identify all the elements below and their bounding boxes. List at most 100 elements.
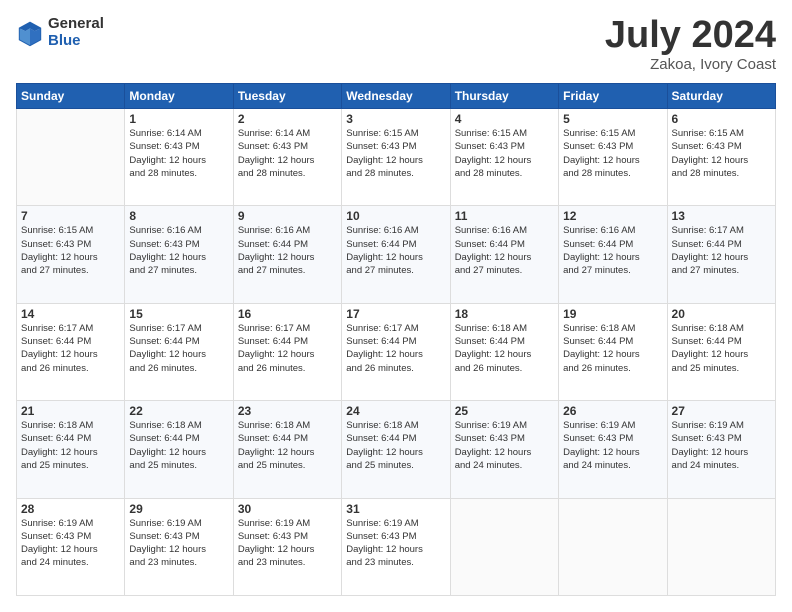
day-number: 5 — [563, 112, 662, 126]
day-number: 19 — [563, 307, 662, 321]
calendar-cell: 21Sunrise: 6:18 AM Sunset: 6:44 PM Dayli… — [17, 401, 125, 498]
day-number: 29 — [129, 502, 228, 516]
header: General Blue July 2024 Zakoa, Ivory Coas… — [16, 16, 776, 73]
day-number: 21 — [21, 404, 120, 418]
day-info: Sunrise: 6:15 AM Sunset: 6:43 PM Dayligh… — [672, 127, 771, 180]
calendar-cell: 15Sunrise: 6:17 AM Sunset: 6:44 PM Dayli… — [125, 303, 233, 400]
day-number: 24 — [346, 404, 445, 418]
week-row-2: 7Sunrise: 6:15 AM Sunset: 6:43 PM Daylig… — [17, 206, 776, 303]
calendar-cell: 4Sunrise: 6:15 AM Sunset: 6:43 PM Daylig… — [450, 109, 558, 206]
col-sunday: Sunday — [17, 84, 125, 109]
day-info: Sunrise: 6:14 AM Sunset: 6:43 PM Dayligh… — [238, 127, 337, 180]
day-info: Sunrise: 6:17 AM Sunset: 6:44 PM Dayligh… — [129, 322, 228, 375]
week-row-4: 21Sunrise: 6:18 AM Sunset: 6:44 PM Dayli… — [17, 401, 776, 498]
day-number: 4 — [455, 112, 554, 126]
calendar-cell: 9Sunrise: 6:16 AM Sunset: 6:44 PM Daylig… — [233, 206, 341, 303]
day-number: 12 — [563, 209, 662, 223]
day-info: Sunrise: 6:19 AM Sunset: 6:43 PM Dayligh… — [563, 419, 662, 472]
day-number: 30 — [238, 502, 337, 516]
day-info: Sunrise: 6:19 AM Sunset: 6:43 PM Dayligh… — [238, 517, 337, 570]
calendar-cell: 14Sunrise: 6:17 AM Sunset: 6:44 PM Dayli… — [17, 303, 125, 400]
col-thursday: Thursday — [450, 84, 558, 109]
day-info: Sunrise: 6:19 AM Sunset: 6:43 PM Dayligh… — [346, 517, 445, 570]
calendar-cell: 24Sunrise: 6:18 AM Sunset: 6:44 PM Dayli… — [342, 401, 450, 498]
calendar-cell: 28Sunrise: 6:19 AM Sunset: 6:43 PM Dayli… — [17, 498, 125, 595]
calendar-cell: 1Sunrise: 6:14 AM Sunset: 6:43 PM Daylig… — [125, 109, 233, 206]
day-info: Sunrise: 6:15 AM Sunset: 6:43 PM Dayligh… — [21, 224, 120, 277]
week-row-5: 28Sunrise: 6:19 AM Sunset: 6:43 PM Dayli… — [17, 498, 776, 595]
calendar-cell: 7Sunrise: 6:15 AM Sunset: 6:43 PM Daylig… — [17, 206, 125, 303]
calendar-cell: 17Sunrise: 6:17 AM Sunset: 6:44 PM Dayli… — [342, 303, 450, 400]
calendar-cell: 16Sunrise: 6:17 AM Sunset: 6:44 PM Dayli… — [233, 303, 341, 400]
calendar-cell: 23Sunrise: 6:18 AM Sunset: 6:44 PM Dayli… — [233, 401, 341, 498]
calendar-cell: 12Sunrise: 6:16 AM Sunset: 6:44 PM Dayli… — [559, 206, 667, 303]
day-number: 28 — [21, 502, 120, 516]
day-number: 8 — [129, 209, 228, 223]
day-number: 2 — [238, 112, 337, 126]
calendar-cell — [559, 498, 667, 595]
day-info: Sunrise: 6:17 AM Sunset: 6:44 PM Dayligh… — [672, 224, 771, 277]
day-info: Sunrise: 6:15 AM Sunset: 6:43 PM Dayligh… — [346, 127, 445, 180]
day-number: 16 — [238, 307, 337, 321]
day-info: Sunrise: 6:18 AM Sunset: 6:44 PM Dayligh… — [672, 322, 771, 375]
calendar-cell: 10Sunrise: 6:16 AM Sunset: 6:44 PM Dayli… — [342, 206, 450, 303]
day-info: Sunrise: 6:16 AM Sunset: 6:44 PM Dayligh… — [455, 224, 554, 277]
day-number: 31 — [346, 502, 445, 516]
calendar-header-row: Sunday Monday Tuesday Wednesday Thursday… — [17, 84, 776, 109]
logo: General Blue — [16, 16, 104, 49]
day-info: Sunrise: 6:15 AM Sunset: 6:43 PM Dayligh… — [563, 127, 662, 180]
col-saturday: Saturday — [667, 84, 775, 109]
day-info: Sunrise: 6:18 AM Sunset: 6:44 PM Dayligh… — [129, 419, 228, 472]
day-info: Sunrise: 6:19 AM Sunset: 6:43 PM Dayligh… — [129, 517, 228, 570]
col-monday: Monday — [125, 84, 233, 109]
day-info: Sunrise: 6:16 AM Sunset: 6:44 PM Dayligh… — [238, 224, 337, 277]
day-number: 26 — [563, 404, 662, 418]
day-info: Sunrise: 6:18 AM Sunset: 6:44 PM Dayligh… — [346, 419, 445, 472]
calendar-cell — [667, 498, 775, 595]
day-info: Sunrise: 6:18 AM Sunset: 6:44 PM Dayligh… — [21, 419, 120, 472]
day-info: Sunrise: 6:15 AM Sunset: 6:43 PM Dayligh… — [455, 127, 554, 180]
day-number: 1 — [129, 112, 228, 126]
day-number: 10 — [346, 209, 445, 223]
calendar-cell: 13Sunrise: 6:17 AM Sunset: 6:44 PM Dayli… — [667, 206, 775, 303]
title-block: July 2024 Zakoa, Ivory Coast — [605, 16, 776, 73]
day-number: 25 — [455, 404, 554, 418]
calendar-cell: 22Sunrise: 6:18 AM Sunset: 6:44 PM Dayli… — [125, 401, 233, 498]
logo-blue-text: Blue — [48, 33, 104, 50]
day-number: 14 — [21, 307, 120, 321]
calendar-title: July 2024 — [605, 16, 776, 54]
calendar-cell: 31Sunrise: 6:19 AM Sunset: 6:43 PM Dayli… — [342, 498, 450, 595]
col-tuesday: Tuesday — [233, 84, 341, 109]
calendar-cell: 3Sunrise: 6:15 AM Sunset: 6:43 PM Daylig… — [342, 109, 450, 206]
day-info: Sunrise: 6:19 AM Sunset: 6:43 PM Dayligh… — [21, 517, 120, 570]
calendar-cell: 20Sunrise: 6:18 AM Sunset: 6:44 PM Dayli… — [667, 303, 775, 400]
day-number: 13 — [672, 209, 771, 223]
day-number: 18 — [455, 307, 554, 321]
day-info: Sunrise: 6:19 AM Sunset: 6:43 PM Dayligh… — [455, 419, 554, 472]
day-number: 11 — [455, 209, 554, 223]
calendar-cell: 18Sunrise: 6:18 AM Sunset: 6:44 PM Dayli… — [450, 303, 558, 400]
week-row-1: 1 Sunrise: 6:14 AM Sunset: 6:43 PM Daylig… — [17, 109, 776, 206]
calendar-table: Sunday Monday Tuesday Wednesday Thursday… — [16, 83, 776, 596]
day-info: Sunrise: 6:18 AM Sunset: 6:44 PM Dayligh… — [238, 419, 337, 472]
day-number: 20 — [672, 307, 771, 321]
col-friday: Friday — [559, 84, 667, 109]
day-number: 7 — [21, 209, 120, 223]
logo-text: General Blue — [48, 16, 104, 49]
calendar-cell: 5Sunrise: 6:15 AM Sunset: 6:43 PM Daylig… — [559, 109, 667, 206]
day-number: 3 — [346, 112, 445, 126]
calendar-cell — [450, 498, 558, 595]
day-info: Sunrise: 6:17 AM Sunset: 6:44 PM Dayligh… — [238, 322, 337, 375]
day-info: Sunrise: 6:18 AM Sunset: 6:44 PM Dayligh… — [455, 322, 554, 375]
day-info: Sunrise: 6:17 AM Sunset: 6:44 PM Dayligh… — [21, 322, 120, 375]
calendar-cell: 11Sunrise: 6:16 AM Sunset: 6:44 PM Dayli… — [450, 206, 558, 303]
calendar-cell: 25Sunrise: 6:19 AM Sunset: 6:43 PM Dayli… — [450, 401, 558, 498]
day-number: 15 — [129, 307, 228, 321]
day-info: Sunrise: 6:16 AM Sunset: 6:43 PM Dayligh… — [129, 224, 228, 277]
day-number: 9 — [238, 209, 337, 223]
calendar-cell — [17, 109, 125, 206]
day-number: 23 — [238, 404, 337, 418]
calendar-cell: 27Sunrise: 6:19 AM Sunset: 6:43 PM Dayli… — [667, 401, 775, 498]
day-number: 22 — [129, 404, 228, 418]
calendar-cell: 30Sunrise: 6:19 AM Sunset: 6:43 PM Dayli… — [233, 498, 341, 595]
